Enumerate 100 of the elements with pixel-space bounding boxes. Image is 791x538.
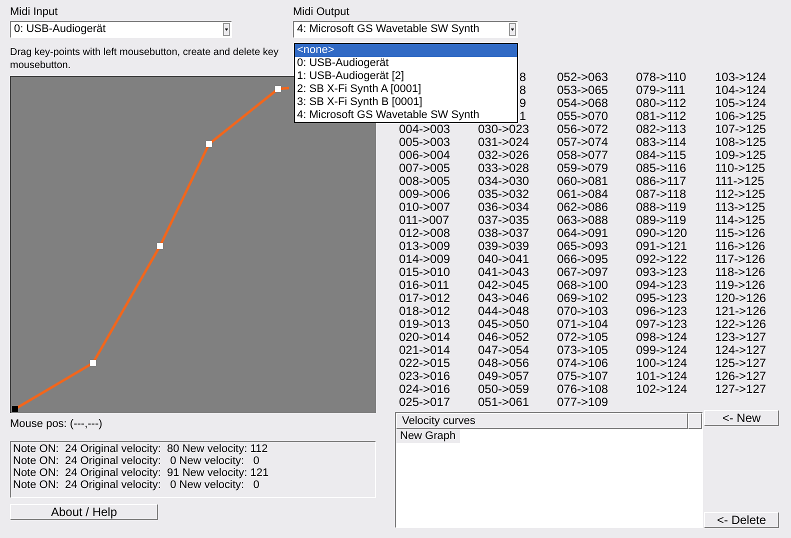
- mapping-entry: 115->126: [715, 227, 766, 240]
- mapping-entry: 091->121: [636, 240, 688, 253]
- field-label: Midi Output: [293, 5, 350, 20]
- mapping-entry: 104->124: [715, 84, 768, 97]
- mapping-entry: 107->125: [715, 123, 768, 136]
- mapping-entry: 021->014: [399, 344, 452, 357]
- mapping-entry: 121->126: [715, 305, 768, 318]
- mapping-entry: 074->106: [557, 357, 610, 370]
- mapping-entry: 063->088: [557, 214, 610, 227]
- mapping-entry: 075->107: [557, 370, 610, 383]
- mapping-entry: 058->077: [557, 149, 610, 162]
- mapping-entry: 018->012: [399, 305, 452, 318]
- dropdown-field[interactable]: 0: USB-Audiogerät: [10, 21, 232, 38]
- new-button[interactable]: <- New: [704, 410, 779, 426]
- mapping-entry: 043->046: [478, 292, 530, 305]
- mapping-entry: 116->126: [715, 240, 766, 253]
- mapping-entry: 100->124: [636, 357, 688, 370]
- mapping-entry: 110->125: [715, 162, 766, 175]
- mapping-entry: 119->126: [715, 279, 766, 292]
- mapping-entry: 085->116: [636, 162, 688, 175]
- delete-button[interactable]: <- Delete: [704, 512, 779, 528]
- mapping-entry: 1: [519, 110, 526, 123]
- log-line: Note ON: 24 Original velocity: 0 New velocity: 0: [13, 455, 260, 467]
- mapping-entry: 108->125: [715, 136, 768, 149]
- mapping-entry: 061->084: [557, 188, 610, 201]
- caret-icon: [509, 23, 516, 36]
- mapping-entry: 067->097: [557, 266, 610, 279]
- mapping-entry: 127->127: [715, 383, 768, 396]
- mapping-entry: 068->100: [557, 279, 610, 292]
- mapping-entry: 086->117: [636, 175, 688, 188]
- list-item[interactable]: New Graph: [396, 429, 460, 443]
- mapping-entry: 098->124: [636, 331, 688, 344]
- mapping-entry: 053->065: [557, 84, 610, 97]
- mapping-entry: 052->063: [557, 71, 610, 84]
- mapping-entry: 090->120: [636, 227, 688, 240]
- mapping-entry: 092->122: [636, 253, 688, 266]
- mapping-entry: 042->045: [478, 279, 530, 292]
- dropdown-option[interactable]: <none>: [295, 44, 517, 57]
- mapping-entry: 059->079: [557, 162, 610, 175]
- dropdown-option[interactable]: 3: SB X-Fi Synth B [0001]: [295, 96, 517, 109]
- mapping-entry: 097->123: [636, 318, 688, 331]
- mapping-entry: 124->127: [715, 344, 768, 357]
- mapping-entry: 006->004: [399, 149, 452, 162]
- mapping-entry: 099->124: [636, 344, 688, 357]
- mapping-entry: 046->052: [478, 331, 530, 344]
- mapping-entry: 036->034: [478, 201, 530, 214]
- mapping-entry: 024->016: [399, 383, 452, 396]
- dropdown-field[interactable]: 4: Microsoft GS Wavetable SW Synth: [293, 21, 518, 38]
- mapping-entry: 039->039: [478, 240, 530, 253]
- mapping-entry: 062->086: [557, 201, 610, 214]
- dropdown-option[interactable]: 2: SB X-Fi Synth A [0001]: [295, 83, 517, 96]
- column-header[interactable]: Velocity curves: [396, 413, 688, 429]
- dropdown-option[interactable]: 1: USB-Audiogerät [2]: [295, 70, 517, 83]
- mapping-entry: 114->125: [715, 214, 766, 227]
- mapping-entry: 037->035: [478, 214, 530, 227]
- mapping-entry: 077->109: [557, 396, 610, 409]
- mapping-entry: 112->125: [715, 188, 766, 201]
- mapping-entry: 013->009: [399, 240, 452, 253]
- log-line: Note ON: 24 Original velocity: 91 New velocity: 121: [13, 467, 270, 479]
- mapping-entry: 076->108: [557, 383, 610, 396]
- instruction-text: mousebutton.: [10, 59, 71, 72]
- mapping-entry: 031->024: [478, 136, 530, 149]
- mapping-entry: 048->056: [478, 357, 530, 370]
- mapping-entry: 106->125: [715, 110, 768, 123]
- dropdown-option[interactable]: 0: USB-Audiogerät: [295, 57, 517, 70]
- mapping-entry: 009->006: [399, 188, 452, 201]
- mapping-entry: 056->072: [557, 123, 610, 136]
- mapping-entry: 011->007: [399, 214, 450, 227]
- mapping-entry: 9: [519, 97, 526, 110]
- log-line: Note ON: 24 Original velocity: 0 New velocity: 0: [13, 479, 260, 491]
- mapping-entry: 025->017: [399, 396, 452, 409]
- dropdown-option[interactable]: 4: Microsoft GS Wavetable SW Synth: [295, 109, 517, 122]
- mapping-entry: 071->104: [557, 318, 610, 331]
- mapping-entry: 051->061: [478, 396, 530, 409]
- mapping-entry: 034->030: [478, 175, 530, 188]
- about-help-button[interactable]: About / Help: [10, 504, 158, 520]
- mapping-entry: 084->115: [636, 149, 688, 162]
- mapping-entry: 060->081: [557, 175, 610, 188]
- mapping-entry: 102->124: [636, 383, 688, 396]
- mapping-entry: 023->016: [399, 370, 452, 383]
- column-header[interactable]: [688, 413, 702, 429]
- mapping-entry: 008->005: [399, 175, 452, 188]
- mapping-entry: 117->126: [715, 253, 766, 266]
- mapping-entry: 040->041: [478, 253, 530, 266]
- mapping-entry: 030->023: [478, 123, 530, 136]
- mapping-entry: 125->127: [715, 357, 768, 370]
- mapping-entry: 019->013: [399, 318, 452, 331]
- mapping-entry: 065->093: [557, 240, 610, 253]
- instruction-text: Drag key-points with left mousebutton, create and delete key: [10, 46, 278, 59]
- mapping-entry: 057->074: [557, 136, 610, 149]
- mapping-entry: 080->112: [636, 97, 688, 110]
- mapping-entry: 047->054: [478, 344, 530, 357]
- mapping-entry: 109->125: [715, 149, 768, 162]
- mapping-entry: 089->119: [636, 214, 688, 227]
- mapping-entry: 122->126: [715, 318, 768, 331]
- mapping-entry: 083->114: [636, 136, 688, 149]
- mapping-entry: 041->043: [478, 266, 530, 279]
- mapping-entry: 038->037: [478, 227, 530, 240]
- mapping-entry: 070->103: [557, 305, 610, 318]
- mapping-entry: 087->118: [636, 188, 688, 201]
